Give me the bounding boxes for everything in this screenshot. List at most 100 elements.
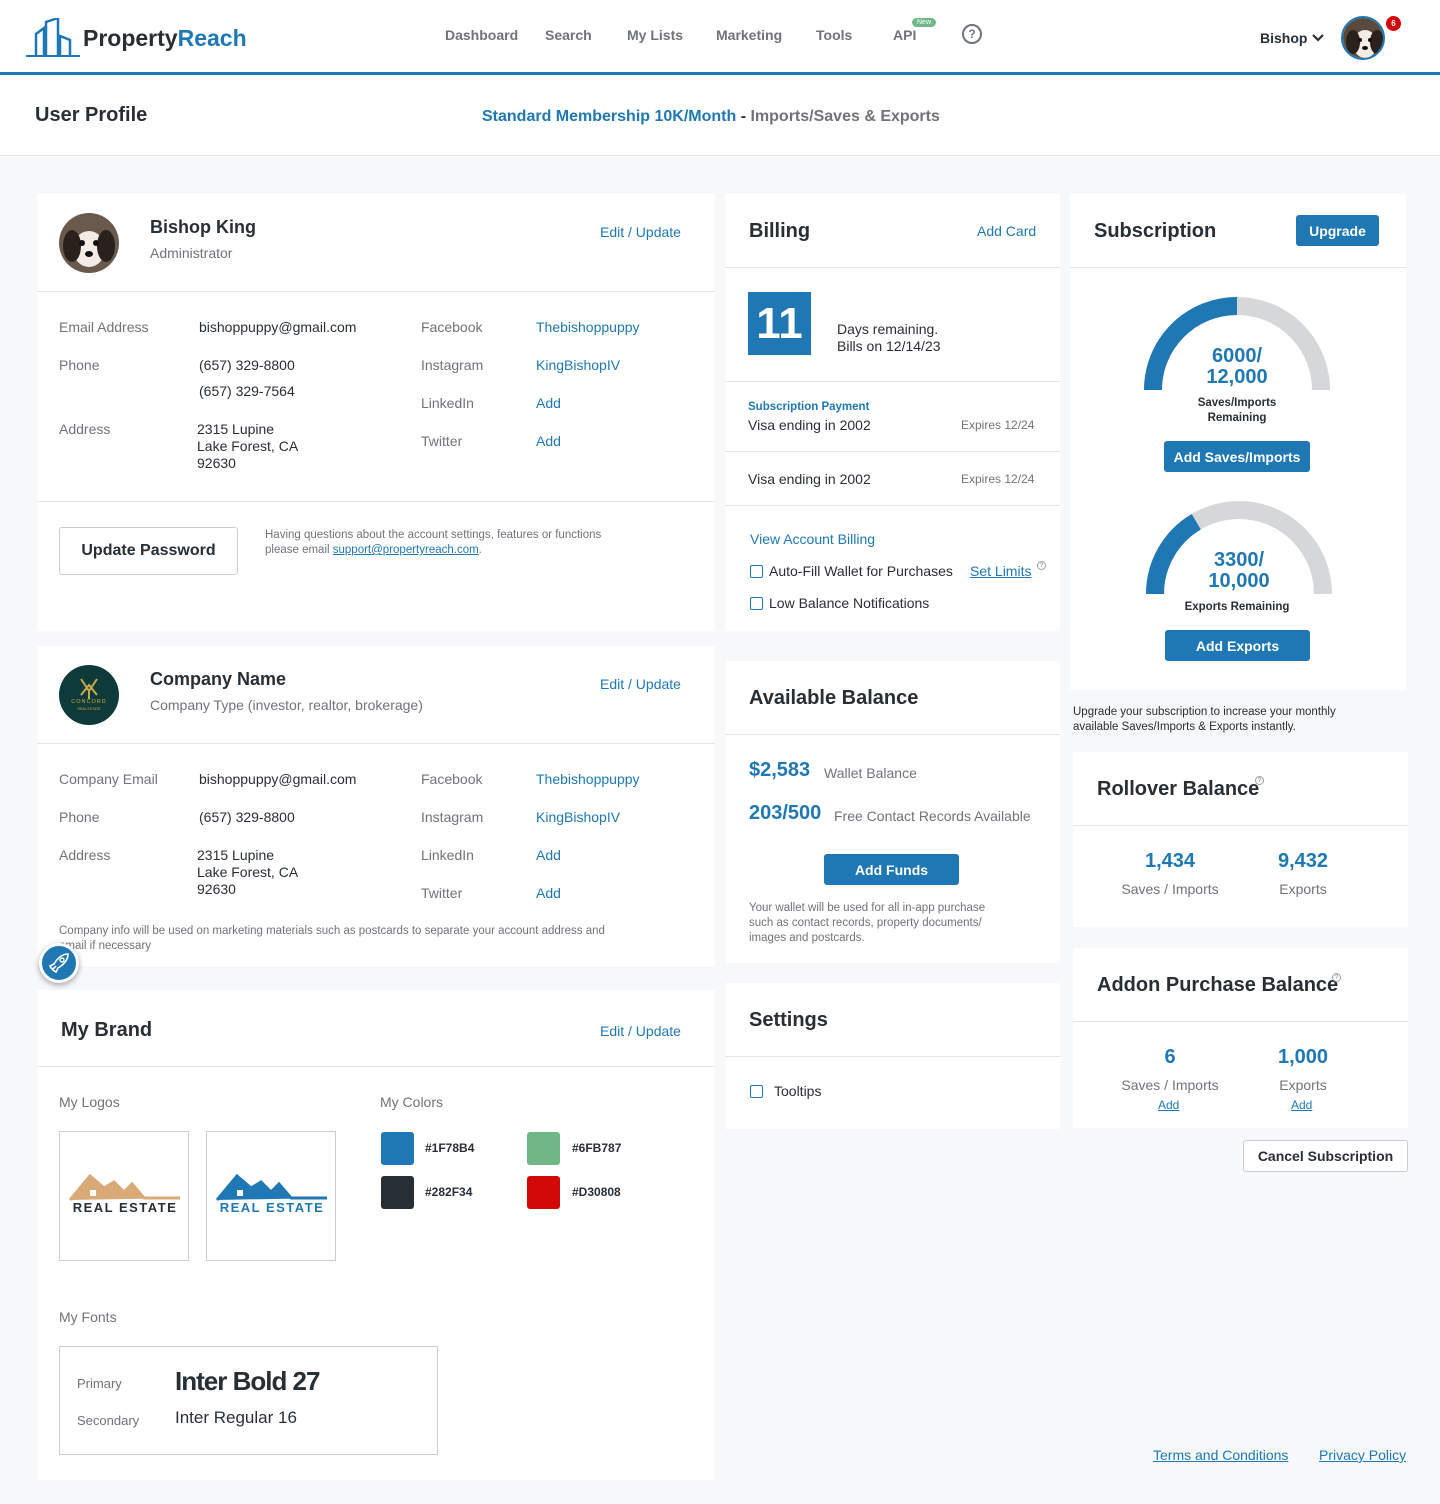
- my-logos-label: My Logos: [59, 1094, 120, 1110]
- add-funds-button[interactable]: Add Funds: [824, 854, 959, 885]
- divider: [725, 381, 1060, 382]
- tooltips-label: Tooltips: [774, 1083, 822, 1099]
- color-swatch-2[interactable]: [527, 1132, 560, 1165]
- concord-emblem-icon: [80, 678, 98, 699]
- low-balance-checkbox[interactable]: [750, 597, 763, 610]
- company-twitter-add-link[interactable]: Add: [536, 885, 561, 901]
- my-colors-label: My Colors: [380, 1094, 444, 1110]
- exports-gauge-label: Exports Remaining: [1184, 601, 1290, 613]
- divider: [1073, 825, 1408, 826]
- addon-exports-label: Exports: [1279, 1077, 1327, 1093]
- info-icon[interactable]: ?: [1255, 776, 1264, 785]
- autofill-wallet-label: Auto-Fill Wallet for Purchases: [769, 563, 953, 579]
- upgrade-note: Upgrade your subscription to increase yo…: [1073, 705, 1336, 735]
- set-limits-link[interactable]: Set Limits: [970, 563, 1031, 579]
- exports-gauge-value-line-2: 10,000: [1208, 570, 1270, 592]
- help-text-line-1: Having questions about the account setti…: [265, 529, 602, 541]
- phone-value-2: (657) 329-7564: [199, 383, 295, 399]
- billing-title: Billing: [749, 220, 811, 242]
- view-account-billing-link[interactable]: View Account Billing: [750, 531, 875, 547]
- nav-my-lists[interactable]: My Lists: [627, 27, 683, 43]
- add-exports-button[interactable]: Add Exports: [1165, 630, 1310, 661]
- chevron-down-icon: [1312, 34, 1325, 42]
- company-twitter-label: Twitter: [421, 885, 463, 901]
- addon-exports-add-link[interactable]: Add: [1291, 1098, 1312, 1112]
- brand-logo[interactable]: PropertyReach: [24, 18, 264, 58]
- linkedin-label: LinkedIn: [421, 395, 474, 411]
- brand-logo-1[interactable]: REAL ESTATE: [59, 1131, 189, 1261]
- color-hex-3: #282F34: [425, 1185, 473, 1199]
- company-card: [37, 646, 715, 966]
- add-saves-imports-button[interactable]: Add Saves/Imports: [1164, 441, 1310, 472]
- company-edit-link[interactable]: Edit / Update: [600, 676, 681, 692]
- upgrade-note-line-2: available Saves/Imports & Exports instan…: [1073, 721, 1296, 733]
- company-linkedin-add-link[interactable]: Add: [536, 847, 561, 863]
- divider: [725, 267, 1060, 268]
- privacy-link[interactable]: Privacy Policy: [1319, 1447, 1406, 1463]
- user-menu[interactable]: Bishop: [1260, 30, 1325, 46]
- brand-edit-link[interactable]: Edit / Update: [600, 1023, 681, 1039]
- nav-search[interactable]: Search: [545, 27, 592, 43]
- saves-gauge-value-line-1: 6000/: [1211, 345, 1263, 367]
- profile-edit-link[interactable]: Edit / Update: [600, 224, 681, 240]
- membership-link[interactable]: Standard Membership 10K/Month: [482, 108, 736, 125]
- upgrade-note-line-1: Upgrade your subscription to increase yo…: [1073, 706, 1336, 718]
- rollover-saves-value: 1,434: [1144, 850, 1196, 872]
- help-text-line-2: please email support@propertyreach.com.: [265, 543, 601, 558]
- upgrade-button[interactable]: Upgrade: [1296, 215, 1379, 246]
- tooltips-checkbox[interactable]: [750, 1085, 763, 1098]
- divider: [725, 451, 1060, 452]
- company-instagram-link[interactable]: KingBishopIV: [536, 809, 620, 825]
- help-text-prefix: please email: [265, 544, 333, 556]
- addon-saves-add-link[interactable]: Add: [1158, 1098, 1179, 1112]
- instagram-label: Instagram: [421, 357, 484, 373]
- instagram-link[interactable]: KingBishopIV: [536, 357, 620, 373]
- days-remaining-box: 11: [748, 292, 811, 355]
- email-value: bishoppuppy@gmail.com: [199, 319, 357, 335]
- help-question-icon[interactable]: ?: [962, 24, 982, 44]
- brand-name-part2: Reach: [177, 25, 247, 51]
- brand-logo-2[interactable]: REAL ESTATE: [206, 1131, 336, 1261]
- nav-api[interactable]: API: [893, 27, 916, 43]
- nav-dashboard[interactable]: Dashboard: [445, 27, 518, 43]
- nav-tools[interactable]: Tools: [816, 27, 852, 43]
- company-address-line-2: Lake Forest, CA: [197, 864, 299, 880]
- rocket-fab-button[interactable]: [39, 943, 79, 983]
- color-swatch-1[interactable]: [381, 1132, 414, 1165]
- autofill-wallet-checkbox[interactable]: [750, 565, 763, 578]
- update-password-button[interactable]: Update Password: [59, 527, 238, 575]
- company-linkedin-label: LinkedIn: [421, 847, 474, 863]
- support-email-link[interactable]: support@propertyreach.com: [333, 544, 479, 556]
- color-swatch-4[interactable]: [527, 1176, 560, 1209]
- company-phone-value: (657) 329-8800: [199, 809, 295, 825]
- twitter-label: Twitter: [421, 433, 463, 449]
- subscription-payment-label: Subscription Payment: [748, 401, 870, 413]
- exports-gauge-value-line-1: 3300/: [1213, 549, 1265, 571]
- linkedin-add-link[interactable]: Add: [536, 395, 561, 411]
- house-roof-icon: [68, 1173, 180, 1201]
- user-name: Bishop: [1260, 30, 1308, 46]
- address-line-3: 92630: [197, 455, 236, 471]
- company-facebook-link[interactable]: Thebishoppuppy: [536, 771, 640, 787]
- logo-1-text: REAL ESTATE: [72, 1200, 178, 1215]
- cancel-subscription-button[interactable]: Cancel Subscription: [1243, 1140, 1408, 1172]
- rollover-title: Rollover Balance: [1097, 778, 1260, 800]
- card-1-expiry: Expires 12/24: [961, 418, 1035, 432]
- add-card-link[interactable]: Add Card: [977, 223, 1036, 239]
- card-2-text[interactable]: Visa ending in 2002: [748, 471, 871, 487]
- info-icon[interactable]: ?: [1332, 973, 1341, 982]
- color-swatch-3[interactable]: [381, 1176, 414, 1209]
- terms-link[interactable]: Terms and Conditions: [1153, 1447, 1288, 1463]
- user-avatar[interactable]: [1341, 16, 1385, 60]
- color-hex-1: #1F78B4: [425, 1141, 475, 1155]
- addon-exports-value: 1,000: [1277, 1046, 1329, 1068]
- divider: [37, 291, 715, 292]
- twitter-add-link[interactable]: Add: [536, 433, 561, 449]
- card-1-text[interactable]: Visa ending in 2002: [748, 417, 871, 433]
- nav-marketing[interactable]: Marketing: [716, 27, 782, 43]
- house-roof-icon: [215, 1173, 327, 1201]
- profile-role: Administrator: [150, 245, 233, 261]
- facebook-link[interactable]: Thebishoppuppy: [536, 319, 640, 335]
- primary-font-label: Primary: [77, 1376, 122, 1391]
- info-icon[interactable]: ?: [1037, 561, 1046, 570]
